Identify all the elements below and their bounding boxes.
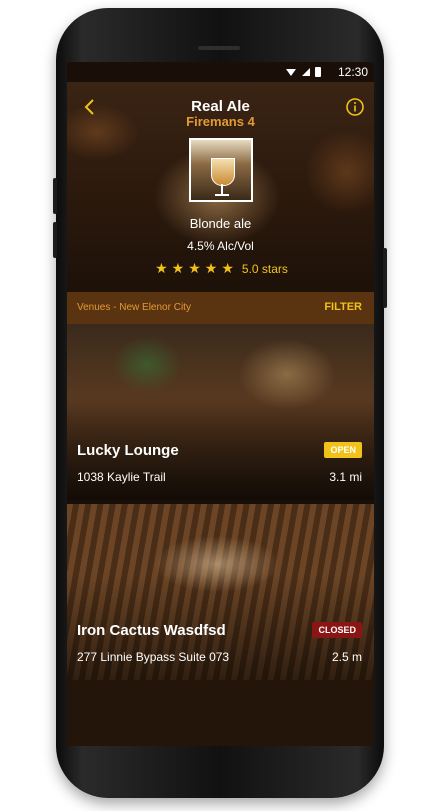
glass-base	[215, 194, 229, 196]
brewery-subtitle: Firemans 4	[186, 114, 255, 129]
battery-icon	[315, 67, 321, 77]
venue-address: 277 Linnie Bypass Suite 073	[77, 650, 230, 664]
app-screen: 12:30 Real Ale Firemans 4 Blonde ale 4.5…	[67, 62, 374, 746]
venue-name: Iron Cactus Wasdfsd	[77, 622, 226, 639]
rating-text: 5.0 stars	[241, 262, 288, 276]
venue-name: Lucky Lounge	[77, 442, 179, 459]
venue-filter-bar: Venues - New Elenor City FILTER	[67, 292, 374, 324]
beer-style: Blonde ale	[189, 216, 252, 231]
venue-distance: 2.5 m	[331, 650, 362, 664]
info-icon[interactable]	[346, 98, 364, 116]
star-icon: ★	[155, 260, 168, 276]
status-badge: CLOSED	[312, 622, 362, 638]
list-bottom	[67, 680, 374, 746]
page-title: Real Ale	[191, 98, 250, 115]
glass-stem	[221, 184, 223, 194]
beer-thumbnail[interactable]	[189, 138, 253, 202]
power-button	[383, 248, 387, 308]
beer-glass-icon	[211, 158, 235, 186]
status-badge: OPEN	[324, 442, 362, 458]
status-bar: 12:30	[67, 62, 374, 82]
star-icon: ★	[171, 260, 185, 276]
star-icon: ★	[221, 260, 234, 276]
star-icon: ★	[204, 260, 218, 276]
venue-card[interactable]: Lucky Lounge OPEN 1038 Kaylie Trail 3.1 …	[67, 324, 374, 500]
venue-distance: 3.1 mi	[329, 470, 362, 484]
volume-button	[53, 222, 57, 258]
beer-abv: 4.5% Alc/Vol	[187, 239, 254, 253]
volume-button	[53, 178, 57, 214]
cell-signal-icon	[302, 68, 310, 76]
speaker-grille	[198, 46, 240, 50]
status-icons	[286, 67, 321, 77]
star-icon: ★	[188, 260, 201, 276]
status-time: 12:30	[337, 65, 368, 79]
venue-card[interactable]: Iron Cactus Wasdfsd CLOSED 277 Linnie By…	[67, 504, 374, 680]
beer-header: Real Ale Firemans 4 Blonde ale 4.5% Alc/…	[67, 82, 374, 292]
venue-location-label: Venues - New Elenor City	[77, 302, 191, 313]
beer-rating: ★ ★ ★ ★ ★ 5.0 stars	[67, 260, 374, 277]
wifi-icon	[286, 69, 296, 76]
filter-button[interactable]: FILTER	[324, 301, 362, 313]
venue-address: 1038 Kaylie Trail	[77, 470, 166, 484]
